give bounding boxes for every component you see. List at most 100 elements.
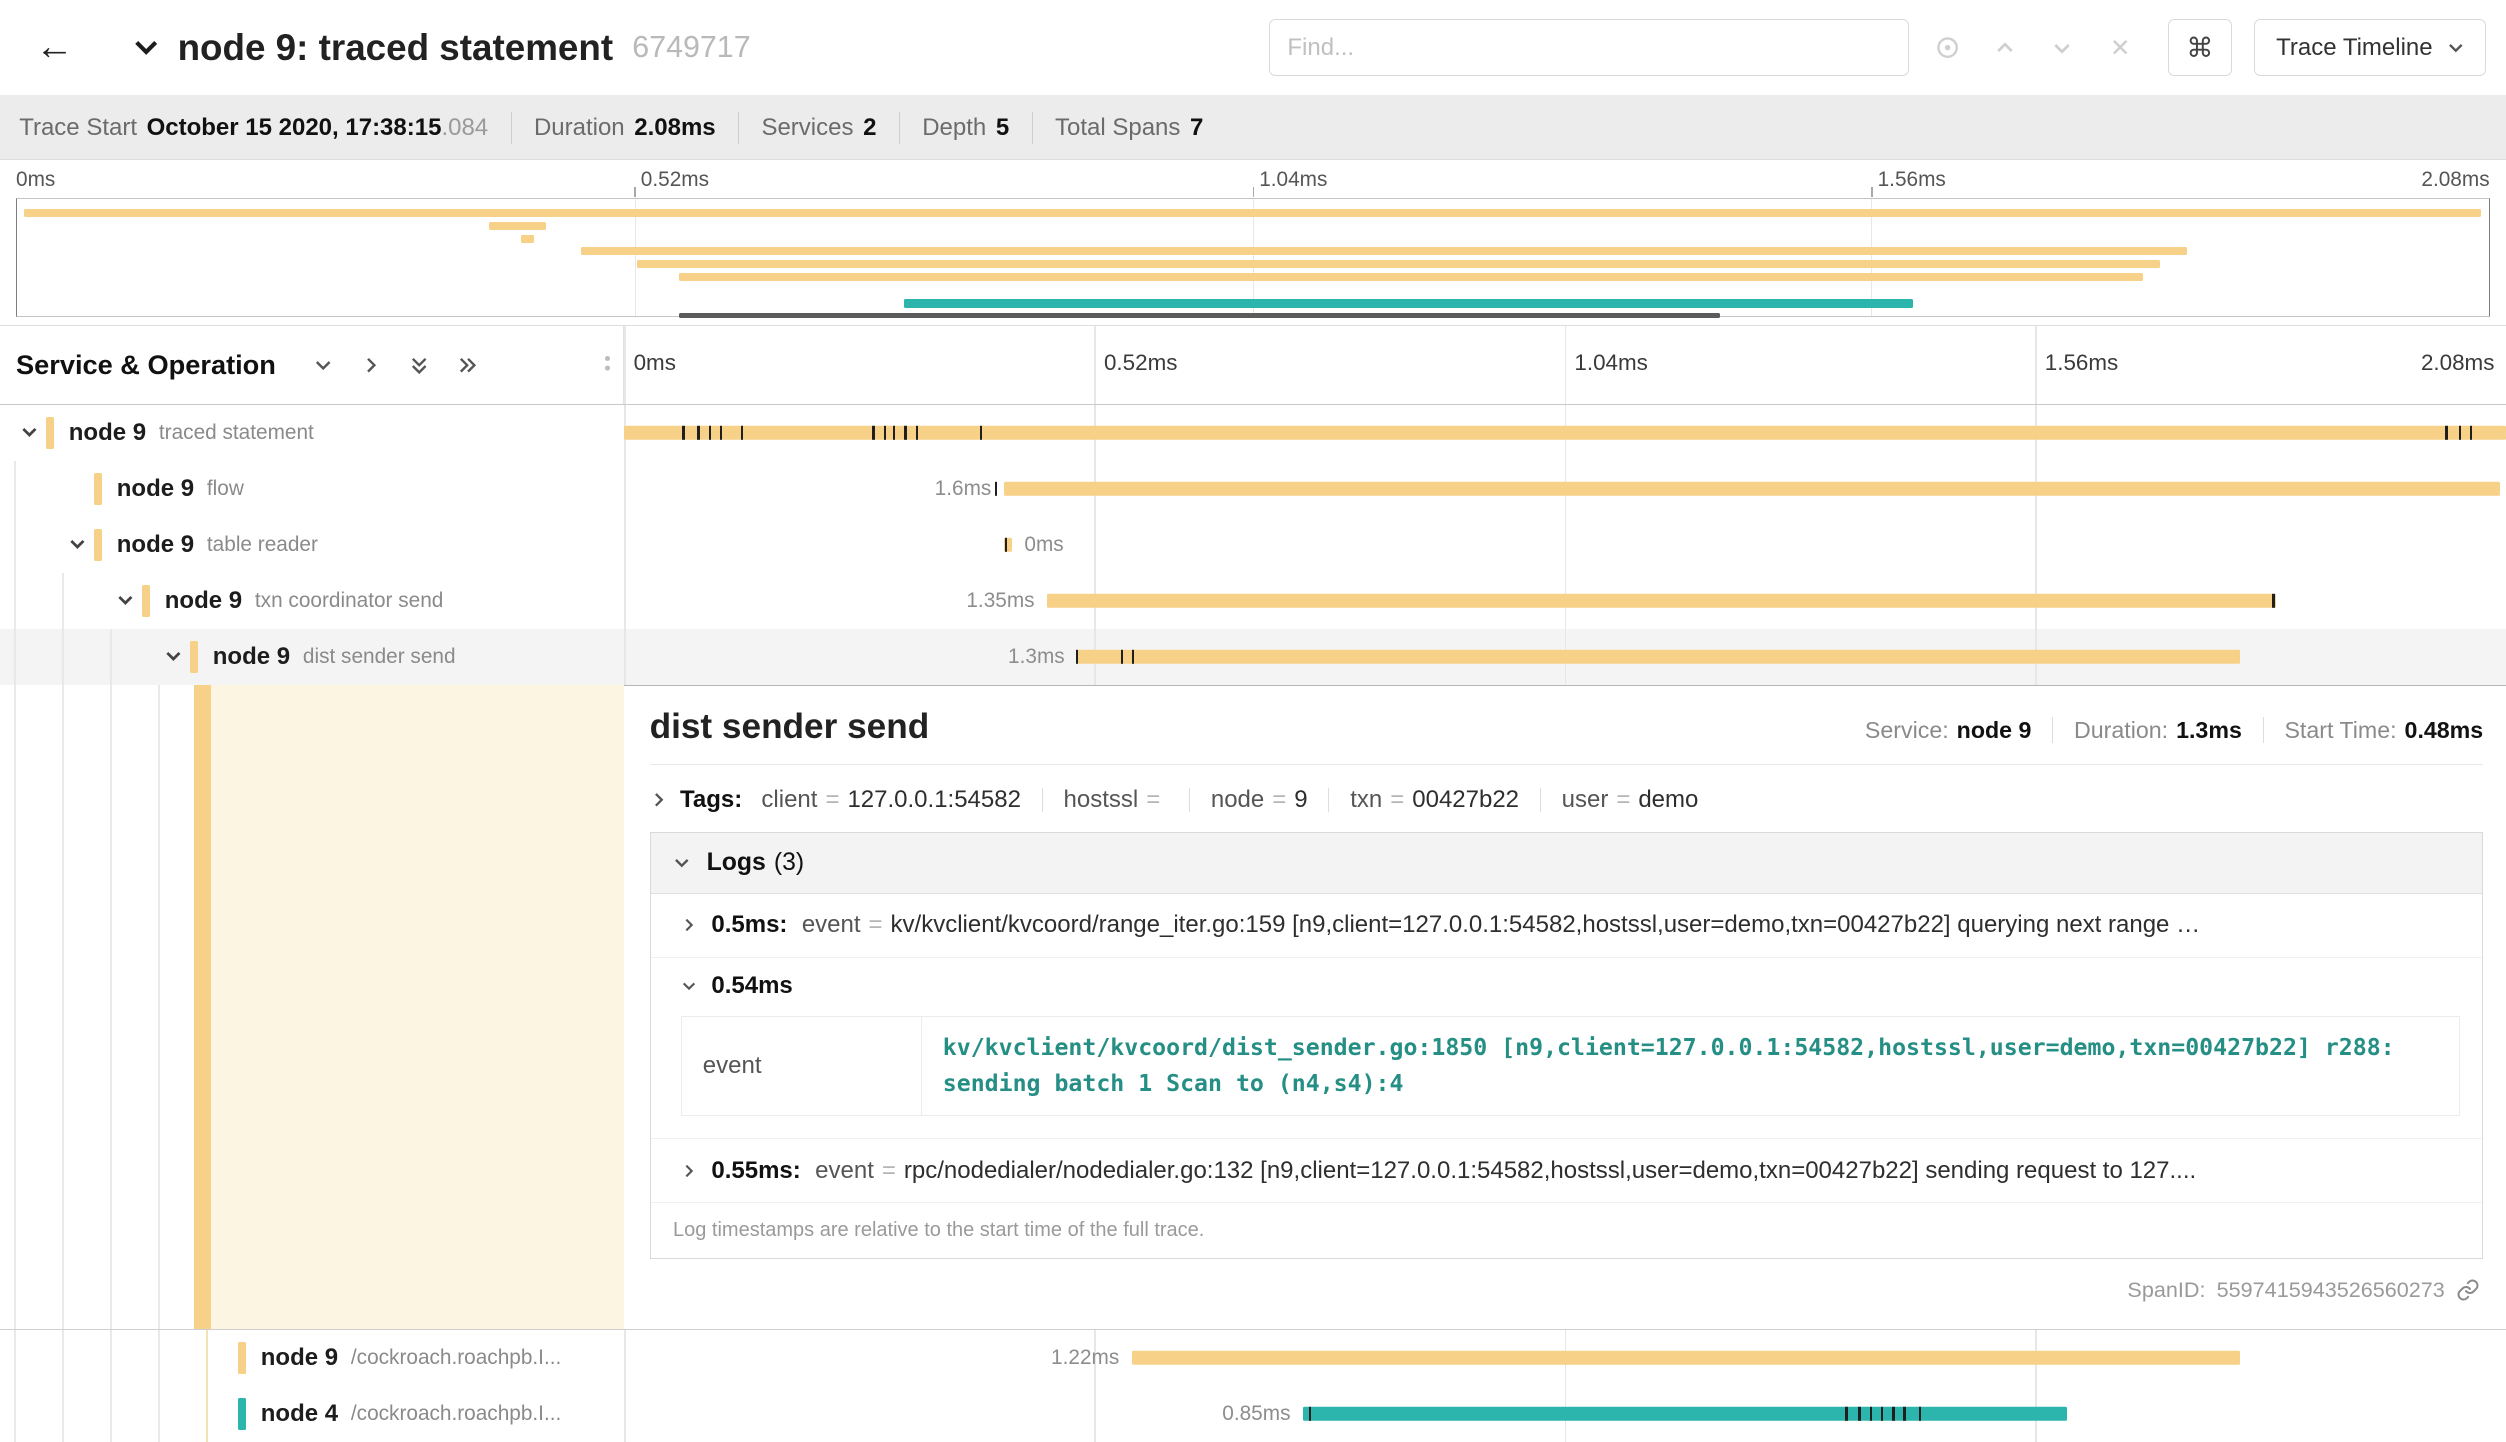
- span-event-tick: [904, 426, 906, 440]
- span-row-label: node 4/cockroach.roachpb.I...: [0, 1386, 624, 1442]
- timeline-gridline: [624, 326, 626, 404]
- tag-equals: =: [1146, 786, 1160, 814]
- span-row[interactable]: node 9 table reader 0ms: [0, 517, 2506, 573]
- indent-guide: [14, 1386, 16, 1442]
- deep-link-button[interactable]: [2456, 1278, 2480, 1302]
- clear-search-button[interactable]: [2091, 19, 2149, 77]
- trace-services: Services2: [738, 112, 899, 144]
- span-event-tick: [1005, 538, 1007, 552]
- chevron-right-icon: [360, 354, 382, 376]
- trace-collapse-icon[interactable]: [131, 32, 161, 62]
- span-timeline-cell: [624, 405, 2506, 461]
- span-row[interactable]: node 9flow1.6ms: [0, 461, 2506, 517]
- tag-key: client: [761, 786, 817, 814]
- span-event-tick: [1845, 1406, 1847, 1420]
- indent-guide: [158, 685, 160, 1329]
- span-event-tick: [682, 426, 684, 440]
- collapse-all-button[interactable]: [397, 343, 440, 386]
- indent-guide: [14, 685, 16, 1329]
- detail-header: dist sender send Service:node 9 Duration…: [650, 707, 2484, 766]
- ruler-tick: [1871, 187, 1873, 197]
- span-toggle-icon[interactable]: [64, 534, 91, 555]
- span-duration-label: 0ms: [1024, 533, 1063, 557]
- tags-section[interactable]: Tags: client=127.0.0.1:54582hostssl=node…: [650, 786, 2484, 814]
- collapse-one-button[interactable]: [301, 343, 344, 386]
- minimap-ruler: 0ms 0.52ms 1.04ms 1.56ms 2.08ms: [16, 168, 2490, 192]
- span-service-name: node 9: [117, 531, 194, 559]
- timeline-gridline: [1094, 517, 1096, 573]
- span-operation-name: flow: [207, 477, 244, 501]
- span-timeline-cell: 1.22ms: [624, 1330, 2506, 1386]
- span-row[interactable]: node 9/cockroach.roachpb.I...1.22ms: [0, 1330, 2506, 1386]
- span-toggle-icon[interactable]: [160, 646, 187, 667]
- close-icon: [2109, 36, 2131, 58]
- expand-all-button[interactable]: [445, 343, 488, 386]
- span-bar[interactable]: [1132, 1350, 2240, 1364]
- column-resize-grip[interactable]: [605, 356, 610, 361]
- find-input[interactable]: [1269, 19, 1909, 77]
- chevron-right-icon: [681, 917, 697, 933]
- minimap-span-bar: [24, 209, 2481, 217]
- tag-separator: [1189, 788, 1190, 812]
- minimap-canvas[interactable]: [16, 198, 2490, 316]
- span-service-name: node 9: [165, 587, 242, 615]
- span-bar[interactable]: [1004, 482, 2500, 496]
- span-operation-name: /cockroach.roachpb.I...: [351, 1346, 561, 1370]
- span-color-strip: [238, 1398, 246, 1430]
- timeline-gridline: [1565, 517, 1567, 573]
- indent-guide: [110, 1330, 112, 1386]
- span-bar[interactable]: [1303, 1406, 2067, 1420]
- timeline-gridline: [1094, 1386, 1096, 1442]
- expand-one-button[interactable]: [349, 343, 392, 386]
- tag-value: 9: [1294, 786, 1307, 814]
- timeline-ruler: 0ms 0.52ms 1.04ms 1.56ms 2.08ms: [624, 326, 2506, 404]
- timeline-gridline: [624, 1386, 626, 1442]
- chevron-right-icon: [650, 791, 668, 809]
- tag-key: hostssl: [1064, 786, 1139, 814]
- span-operation-name: traced statement: [159, 421, 314, 445]
- indent-guide: [14, 461, 16, 517]
- span-color-strip: [94, 529, 102, 561]
- span-toggle-icon[interactable]: [112, 590, 139, 611]
- span-timeline-cell: 0ms: [624, 517, 2506, 573]
- span-service-name: node 9: [69, 419, 146, 447]
- focus-match-button[interactable]: [1918, 19, 1976, 77]
- span-row[interactable]: node 9 traced statement: [0, 405, 2506, 461]
- view-selector-button[interactable]: Trace Timeline: [2254, 19, 2486, 77]
- span-row[interactable]: node 4/cockroach.roachpb.I... 0.85ms: [0, 1386, 2506, 1442]
- span-row[interactable]: node 9txn coordinator send1.35ms: [0, 573, 2506, 629]
- log-entry[interactable]: 0.55ms: event=rpc/nodedialer/nodedialer.…: [651, 1139, 2483, 1203]
- link-icon: [2456, 1278, 2480, 1302]
- tag-equals: =: [825, 786, 839, 814]
- indent-guide: [62, 1330, 64, 1386]
- tag-key: txn: [1350, 786, 1382, 814]
- detail-row: dist sender send Service:node 9 Duration…: [0, 685, 2506, 1330]
- back-button[interactable]: ←: [19, 12, 89, 82]
- span-toggle-icon[interactable]: [16, 422, 43, 443]
- selected-span-color-strip: [194, 685, 212, 1329]
- next-result-button[interactable]: [2034, 19, 2092, 77]
- keyboard-shortcuts-button[interactable]: ⌘: [2168, 19, 2232, 77]
- tag-separator: [1328, 788, 1329, 812]
- timeline-gridline: [624, 1330, 626, 1386]
- log-entry[interactable]: 0.5ms: event=kv/kvclient/kvcoord/range_i…: [651, 894, 2483, 958]
- span-operation-name: table reader: [207, 533, 318, 557]
- tag-value: 127.0.0.1:54582: [847, 786, 1021, 814]
- indent-guide: [110, 1386, 112, 1442]
- span-duration-label: 0.85ms: [1222, 1402, 1290, 1426]
- span-bar[interactable]: [1047, 594, 2276, 608]
- collapse-controls: [301, 343, 488, 386]
- prev-result-button[interactable]: [1976, 19, 2034, 77]
- span-row[interactable]: node 9dist sender send1.3ms: [0, 629, 2506, 685]
- span-bar[interactable]: [1077, 650, 2240, 664]
- meta-separator: [2052, 717, 2053, 743]
- span-event-tick: [709, 426, 711, 440]
- timeline-column-header: Service & Operation: [0, 325, 2506, 405]
- tag-value: 00427b22: [1412, 786, 1519, 814]
- span-event-tick: [720, 426, 722, 440]
- indent-guide: [158, 1386, 160, 1442]
- logs-header[interactable]: Logs (3): [651, 833, 2483, 894]
- trace-total-spans: Total Spans7: [1032, 112, 1226, 144]
- log-entry-toggle[interactable]: 0.54ms: [681, 972, 2460, 1000]
- minimap-span-bar: [489, 222, 546, 230]
